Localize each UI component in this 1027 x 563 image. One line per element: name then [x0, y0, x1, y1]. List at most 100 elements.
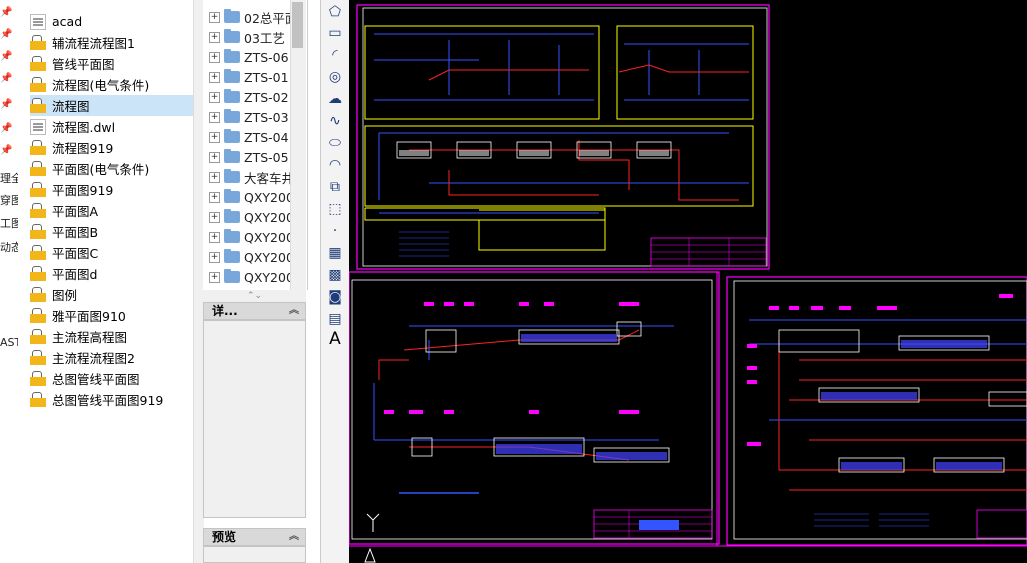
file-list-item[interactable]: 主流程流程图2 — [30, 347, 210, 368]
expand-icon[interactable]: + — [209, 231, 220, 243]
nav-fragment[interactable]: 理全 — [0, 170, 18, 186]
expand-icon[interactable]: + — [209, 111, 220, 123]
expand-icon[interactable]: + — [209, 251, 220, 263]
file-list-item[interactable]: 辅流程流程图1 — [30, 32, 210, 53]
tree-scrollbar-thumb[interactable] — [292, 2, 303, 48]
tree-node[interactable]: + ZTS-06 — [209, 47, 289, 67]
file-list-item[interactable]: 平面图919 — [30, 179, 210, 200]
ellipse-tool-icon[interactable]: ⬭ — [324, 132, 346, 154]
details-panel-body — [203, 320, 306, 518]
expand-icon[interactable]: + — [209, 191, 220, 203]
locked-folder-icon — [30, 223, 46, 240]
locked-folder-icon — [30, 265, 46, 282]
file-list-item[interactable]: 平面图B — [30, 221, 210, 242]
expand-icon[interactable]: + — [209, 171, 220, 183]
tree-node[interactable]: + QXY200 — [209, 227, 294, 247]
file-list-item[interactable]: 雅平面图910 — [30, 305, 210, 326]
file-list-item[interactable]: 平面图(电气条件) — [30, 158, 210, 179]
panel-splitter[interactable]: ⌃⌄ — [203, 290, 306, 302]
mtext-tool-icon[interactable]: A — [324, 328, 346, 350]
file-name: 平面图919 — [52, 183, 114, 198]
make-block-icon[interactable]: ⬚ — [324, 198, 346, 220]
pin-icon[interactable]: 📌 — [0, 30, 12, 40]
collapse-chevron-icon[interactable]: ︽ — [289, 529, 299, 545]
file-list-item[interactable]: acad — [30, 11, 210, 32]
expand-icon[interactable]: + — [209, 211, 220, 223]
region-tool-icon[interactable]: ◙ — [324, 286, 346, 308]
file-list-item[interactable]: 图例 — [30, 284, 210, 305]
pin-icon[interactable]: 📌 — [0, 146, 12, 156]
tree-node[interactable]: + QXY200 — [209, 187, 294, 207]
expand-icon[interactable]: + — [209, 151, 220, 163]
file-list-item[interactable]: 流程图919 — [30, 137, 210, 158]
rectangle-tool-icon[interactable]: ▭ — [324, 22, 346, 44]
tree-node[interactable]: + QXY200 — [209, 207, 294, 227]
circle-tool-icon[interactable]: ◎ — [324, 66, 346, 88]
preview-panel-header[interactable]: 预览 ︽ — [203, 528, 306, 546]
expand-icon[interactable]: + — [209, 51, 220, 63]
drawing-canvas[interactable] — [349, 0, 1027, 563]
spline-tool-icon[interactable]: ∿ — [324, 110, 346, 132]
pin-icon[interactable]: 📌 — [0, 124, 12, 134]
nav-fragment[interactable]: 工图 — [0, 215, 18, 231]
nav-fragment[interactable]: 动态 — [0, 239, 18, 255]
expand-icon[interactable]: + — [209, 91, 220, 103]
expand-icon[interactable]: + — [209, 31, 220, 43]
pin-icon[interactable]: 📌 — [0, 8, 12, 18]
draw-toolbar: ⬠ ▭ ◜ ◎ ☁ ∿ ⬭ ◠ ⧉ ⬚ · ▦ ▩ ◙ ▤ A — [320, 0, 350, 563]
file-list-item[interactable]: 平面图d — [30, 263, 210, 284]
insert-block-icon[interactable]: ⧉ — [324, 176, 346, 198]
file-list-item[interactable]: 管线平面图 — [30, 53, 210, 74]
folder-icon — [224, 69, 240, 83]
tree-node-label: 03工艺 — [244, 30, 285, 46]
expand-icon[interactable]: + — [209, 131, 220, 143]
arc-tool-icon[interactable]: ◜ — [324, 44, 346, 66]
tree-node-label: ZTS-06 — [244, 49, 289, 65]
folder-icon — [224, 29, 240, 43]
point-tool-icon[interactable]: · — [324, 220, 346, 242]
tree-node[interactable]: + ZTS-02 — [209, 87, 289, 107]
gradient-tool-icon[interactable]: ▩ — [324, 264, 346, 286]
tree-node[interactable]: + ZTS-04 — [209, 127, 289, 147]
folder-icon — [224, 249, 240, 263]
file-name: 流程图919 — [52, 141, 114, 156]
file-name: 平面图A — [52, 204, 99, 219]
tree-node[interactable]: + QXY200 — [209, 247, 294, 267]
file-name: 流程图 — [52, 99, 90, 114]
file-list-item[interactable]: 流程图(电气条件) — [30, 74, 210, 95]
expand-icon[interactable]: + — [209, 271, 220, 283]
table-tool-icon[interactable]: ▤ — [324, 308, 346, 330]
nav-fragment[interactable]: 穿图 — [0, 192, 18, 208]
expand-icon[interactable]: + — [209, 71, 220, 83]
file-name: 主流程高程图 — [52, 330, 128, 345]
ellipse-arc-tool-icon[interactable]: ◠ — [324, 154, 346, 176]
tree-node[interactable]: + QXY200 — [209, 267, 294, 287]
ucs-icon — [364, 513, 380, 563]
file-list-item[interactable]: 流程图 — [30, 95, 212, 116]
pin-icon[interactable]: 📌 — [0, 74, 12, 84]
tree-node[interactable]: +03工艺 — [209, 27, 285, 47]
tree-node[interactable]: +02总平面 — [209, 7, 297, 27]
expand-icon[interactable]: + — [209, 11, 220, 23]
pin-icon[interactable]: 📌 — [0, 52, 12, 62]
tree-node[interactable]: + ZTS-03 — [209, 107, 289, 127]
file-list-item[interactable]: 总图管线平面图 — [30, 368, 210, 389]
collapse-chevron-icon[interactable]: ︽ — [289, 303, 299, 319]
file-list-item[interactable]: 平面图A — [30, 200, 210, 221]
file-list-item[interactable]: 主流程高程图 — [30, 326, 210, 347]
tree-node-label: QXY200 — [244, 249, 294, 265]
tree-node[interactable]: + ZTS-05 — [209, 147, 289, 167]
revcloud-tool-icon[interactable]: ☁ — [324, 88, 346, 110]
file-list-item[interactable]: 平面图C — [30, 242, 210, 263]
tree-node[interactable]: + 大客车井 — [209, 167, 294, 187]
pin-icon[interactable]: 📌 — [0, 100, 12, 110]
details-panel-header[interactable]: 详... ︽ — [203, 302, 306, 320]
polygon-tool-icon[interactable]: ⬠ — [324, 1, 346, 23]
tree-node[interactable]: + ZTS-01 — [209, 67, 289, 87]
nav-fragment[interactable]: AST — [0, 336, 18, 349]
file-list-item[interactable]: 总图管线平面图919 — [30, 389, 210, 410]
file-name: 图例 — [52, 288, 78, 303]
file-list-item[interactable]: 流程图.dwl — [30, 116, 210, 137]
hatch-tool-icon[interactable]: ▦ — [324, 242, 346, 264]
tree-node-label: ZTS-03 — [244, 109, 289, 125]
